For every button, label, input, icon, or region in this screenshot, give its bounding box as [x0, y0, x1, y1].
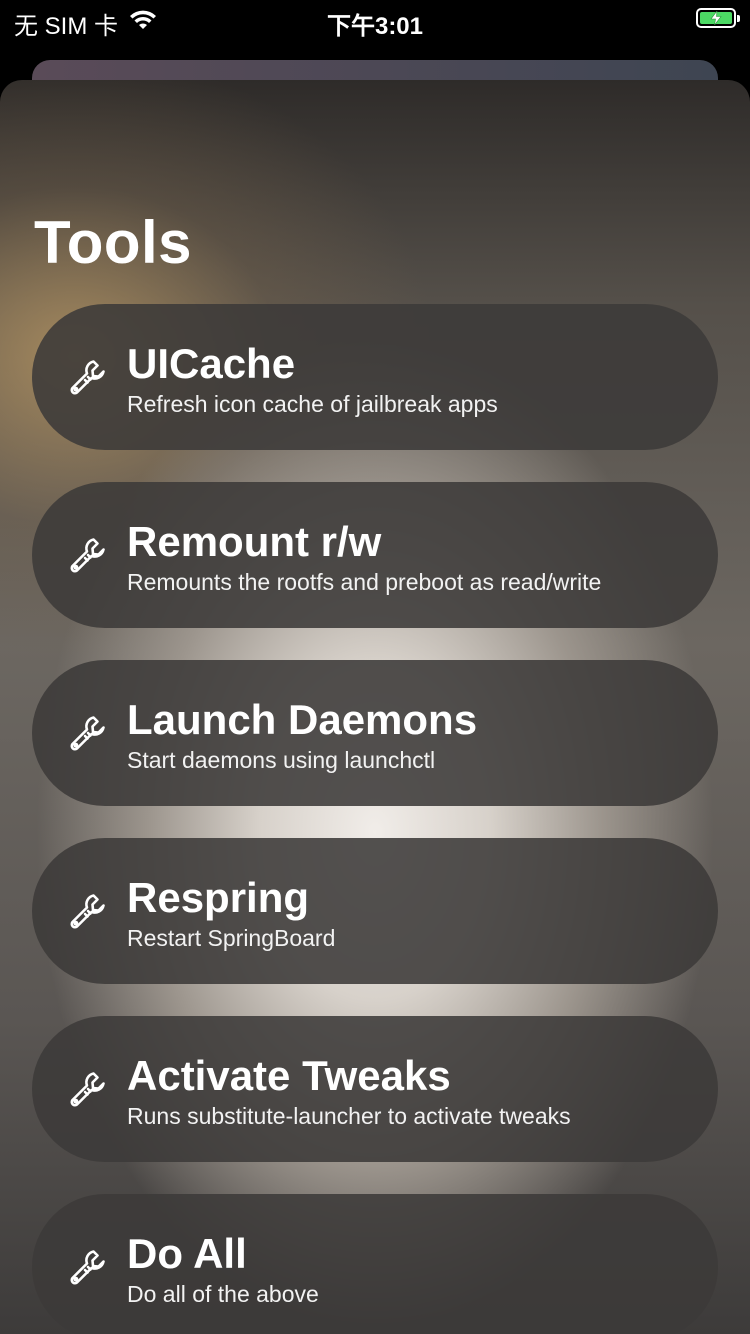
- tool-button-remount-r-w[interactable]: Remount r/w Remounts the rootfs and preb…: [32, 482, 718, 628]
- tool-subtitle: Refresh icon cache of jailbreak apps: [127, 391, 498, 417]
- tool-title: UICache: [127, 340, 296, 387]
- tool-subtitle: Do all of the above: [127, 1281, 319, 1307]
- bolt-icon: [710, 11, 722, 25]
- wrench-icon: [66, 1067, 110, 1111]
- tool-subtitle: Remounts the rootfs and preboot as read/…: [127, 569, 602, 595]
- wrench-icon: [66, 711, 110, 755]
- tools-sheet[interactable]: Tools UICache Refresh icon cache of jail…: [0, 80, 750, 1334]
- status-time: 下午3:01: [326, 13, 424, 40]
- tool-button-launch-daemons[interactable]: Launch Daemons Start daemons using launc…: [32, 660, 718, 806]
- tool-title: Activate Tweaks: [127, 1052, 451, 1099]
- tool-title: Do All: [127, 1230, 247, 1277]
- battery-level: [700, 11, 732, 25]
- wrench-icon: [66, 355, 110, 399]
- page-title: Tools: [34, 209, 193, 276]
- wrench-icon: [66, 889, 110, 933]
- tool-subtitle: Start daemons using launchctl: [127, 747, 436, 773]
- wrench-icon: [66, 1245, 110, 1289]
- screen: 无 SIM 卡 下午3:01 Tools UICache Refresh ico…: [0, 0, 750, 1334]
- status-bar: 无 SIM 卡 下午3:01: [0, 0, 750, 42]
- battery-charging-icon: [696, 8, 740, 28]
- tool-title: Launch Daemons: [127, 696, 478, 743]
- wrench-icon: [66, 533, 110, 577]
- tool-button-do-all[interactable]: Do All Do all of the above: [32, 1194, 718, 1334]
- tool-button-respring[interactable]: Respring Restart SpringBoard: [32, 838, 718, 984]
- tool-button-uicache[interactable]: UICache Refresh icon cache of jailbreak …: [32, 304, 718, 450]
- tool-title: Respring: [127, 874, 310, 921]
- tool-title: Remount r/w: [127, 518, 382, 565]
- status-right: [696, 8, 740, 28]
- tool-subtitle: Runs substitute-launcher to activate twe…: [127, 1103, 571, 1129]
- tool-subtitle: Restart SpringBoard: [127, 925, 336, 951]
- tool-button-activate-tweaks[interactable]: Activate Tweaks Runs substitute-launcher…: [32, 1016, 718, 1162]
